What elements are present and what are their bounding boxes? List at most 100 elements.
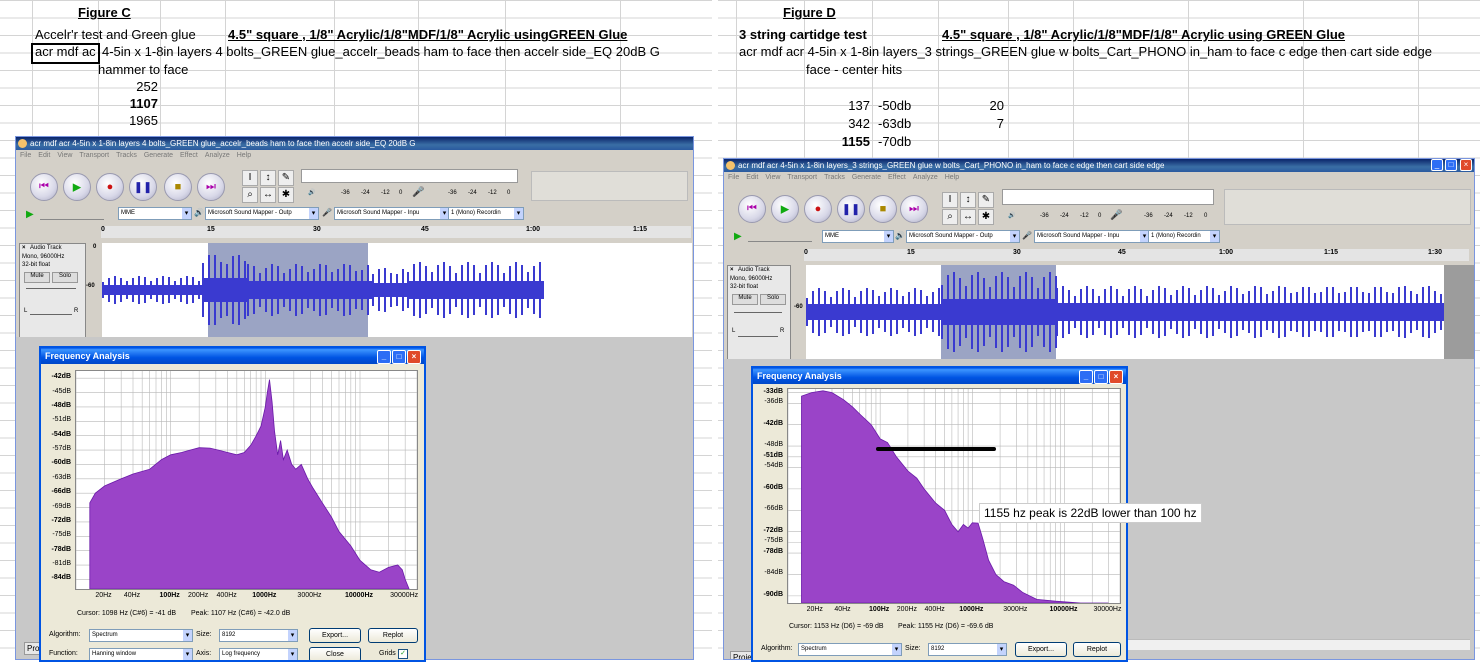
sheet-cell-description[interactable]: acr mdf acr 4-5in x 1-8in layers_3 strin… xyxy=(739,44,1432,60)
algorithm-select[interactable]: Spectrum xyxy=(89,629,193,642)
timeshift-tool-icon[interactable]: ↔ xyxy=(960,209,976,225)
table-cell-hz[interactable]: 1155 xyxy=(806,134,870,150)
menu-item[interactable]: Generate xyxy=(144,152,173,159)
menu-item[interactable]: View xyxy=(765,174,780,181)
close-icon[interactable]: × xyxy=(407,350,421,364)
menu-item[interactable]: Effect xyxy=(888,174,906,181)
draw-tool-icon[interactable]: ✎ xyxy=(278,170,294,186)
envelope-tool-icon[interactable]: ↕ xyxy=(960,192,976,208)
menu-item[interactable]: Help xyxy=(237,152,251,159)
mute-button[interactable]: Mute xyxy=(24,272,50,283)
menu-item[interactable]: Analyze xyxy=(205,152,230,159)
close-button[interactable]: Close xyxy=(309,647,361,660)
edit-toolbar[interactable] xyxy=(1224,189,1471,225)
track-control-panel[interactable]: × Audio Track Mono, 96000Hz 32-bit float… xyxy=(19,243,86,339)
menu-item[interactable]: Edit xyxy=(746,174,758,181)
table-cell-db[interactable]: -70db xyxy=(878,134,911,150)
minimize-icon[interactable]: _ xyxy=(1431,159,1443,171)
host-select[interactable]: MME xyxy=(822,230,894,243)
play-button[interactable]: ▶ xyxy=(63,173,91,201)
axis-select[interactable]: Log frequency xyxy=(219,648,298,660)
export-button[interactable]: Export... xyxy=(309,628,361,643)
table-cell-hz[interactable]: 342 xyxy=(806,116,870,132)
solo-button[interactable]: Solo xyxy=(52,272,78,283)
pan-slider[interactable] xyxy=(30,314,72,315)
sheet-cell-value[interactable]: 1965 xyxy=(98,113,158,129)
replot-button[interactable]: Replot xyxy=(368,628,418,643)
host-select[interactable]: MME xyxy=(118,207,192,220)
table-cell-db[interactable]: -63db xyxy=(878,116,911,132)
menu-item[interactable]: Effect xyxy=(180,152,198,159)
track-name-menu[interactable]: Audio Track xyxy=(738,267,770,273)
sheet-cell-material[interactable]: 4.5" square , 1/8" Acrylic/1/8"MDF/1/8" … xyxy=(942,27,1345,43)
menu-item[interactable]: Help xyxy=(945,174,959,181)
size-select[interactable]: 8192 xyxy=(928,643,1007,656)
sheet-cell-selected[interactable]: acr mdf ac xyxy=(35,44,96,60)
algorithm-select[interactable]: Spectrum xyxy=(798,643,902,656)
channels-select[interactable]: 1 (Mono) Recordin xyxy=(448,207,524,220)
menu-item[interactable]: Generate xyxy=(852,174,881,181)
sheet-cell-value[interactable]: 252 xyxy=(98,79,158,95)
sheet-cell-description[interactable]: 4-5in x 1-8in layers 4 bolts_GREEN glue_… xyxy=(102,44,660,60)
play-at-speed-icon[interactable]: ▶ xyxy=(734,231,742,242)
sheet-cell-hammer[interactable]: hammer to face xyxy=(98,62,188,78)
draw-tool-icon[interactable]: ✎ xyxy=(978,192,994,208)
gain-slider[interactable] xyxy=(734,312,782,313)
audacity-titlebar[interactable]: acr mdf acr 4-5in x 1-8in layers_3 strin… xyxy=(724,159,1474,172)
solo-button[interactable]: Solo xyxy=(760,294,786,305)
menu-item[interactable]: Tracks xyxy=(116,152,137,159)
stop-button[interactable]: ■ xyxy=(164,173,192,201)
skip-start-button[interactable]: ⏮ xyxy=(30,173,58,201)
table-cell-n[interactable]: 7 xyxy=(940,116,1004,132)
record-button[interactable]: ● xyxy=(96,173,124,201)
minimize-icon[interactable]: _ xyxy=(1079,370,1093,384)
mute-button[interactable]: Mute xyxy=(732,294,758,305)
input-device-select[interactable]: Microsoft Sound Mapper - Inpu xyxy=(1034,230,1150,243)
multi-tool-icon[interactable]: ✱ xyxy=(978,209,994,225)
menu-item[interactable]: File xyxy=(728,174,739,181)
table-cell-db[interactable]: -50db xyxy=(878,98,911,114)
spectrum-plot[interactable] xyxy=(75,370,418,590)
track-close-icon[interactable]: × xyxy=(730,267,734,273)
timeline-ruler[interactable]: 0 15 30 45 1:00 1:15 xyxy=(101,226,691,238)
close-icon[interactable]: × xyxy=(1460,159,1472,171)
table-cell-hz[interactable]: 137 xyxy=(806,98,870,114)
menu-item[interactable]: Analyze xyxy=(913,174,938,181)
sheet-cell-face[interactable]: face - center hits xyxy=(806,62,902,78)
output-device-select[interactable]: Microsoft Sound Mapper - Outp xyxy=(205,207,319,220)
edit-toolbar[interactable] xyxy=(531,171,688,201)
stop-button[interactable]: ■ xyxy=(869,195,897,223)
pause-button[interactable]: ❚❚ xyxy=(129,173,157,201)
sheet-cell-value[interactable]: 1107 xyxy=(98,96,158,112)
menu-item[interactable]: View xyxy=(57,152,72,159)
sheet-cell-title[interactable]: Accelr'r test and Green glue xyxy=(35,27,196,43)
menu-item[interactable]: Tracks xyxy=(824,174,845,181)
skip-start-button[interactable]: ⏮ xyxy=(738,195,766,223)
envelope-tool-icon[interactable]: ↕ xyxy=(260,170,276,186)
audacity-titlebar[interactable]: acr mdf acr 4-5in x 1-8in layers 4 bolts… xyxy=(16,137,693,150)
selection-tool-icon[interactable]: I xyxy=(942,192,958,208)
export-button[interactable]: Export... xyxy=(1015,642,1067,657)
dialog-titlebar[interactable]: Frequency Analysis _ □ × xyxy=(753,368,1126,384)
menu-item[interactable]: Edit xyxy=(38,152,50,159)
output-device-select[interactable]: Microsoft Sound Mapper - Outp xyxy=(906,230,1020,243)
playback-meter[interactable] xyxy=(301,169,518,183)
function-select[interactable]: Hanning window xyxy=(89,648,193,660)
dialog-titlebar[interactable]: Frequency Analysis _ □ × xyxy=(41,348,424,364)
timeline-ruler[interactable]: 0 15 30 45 1:00 1:15 1:30 xyxy=(804,249,1469,261)
gain-slider[interactable] xyxy=(26,288,76,289)
speed-slider[interactable] xyxy=(748,233,812,242)
replot-button[interactable]: Replot xyxy=(1073,642,1121,657)
record-button[interactable]: ● xyxy=(804,195,832,223)
pan-slider[interactable] xyxy=(738,336,778,337)
size-select[interactable]: 8192 xyxy=(219,629,298,642)
track-control-panel[interactable]: × Audio Track Mono, 96000Hz 32-bit float… xyxy=(727,265,791,361)
waveform-area[interactable] xyxy=(806,265,1444,359)
track-close-icon[interactable]: × xyxy=(22,245,26,251)
sheet-cell-material[interactable]: 4.5" square , 1/8" Acrylic/1/8"MDF/1/8" … xyxy=(228,27,627,43)
menu-item[interactable]: File xyxy=(20,152,31,159)
timeshift-tool-icon[interactable]: ↔ xyxy=(260,187,276,203)
zoom-tool-icon[interactable]: ⌕ xyxy=(242,187,258,203)
channels-select[interactable]: 1 (Mono) Recordin xyxy=(1148,230,1220,243)
close-icon[interactable]: × xyxy=(1109,370,1123,384)
